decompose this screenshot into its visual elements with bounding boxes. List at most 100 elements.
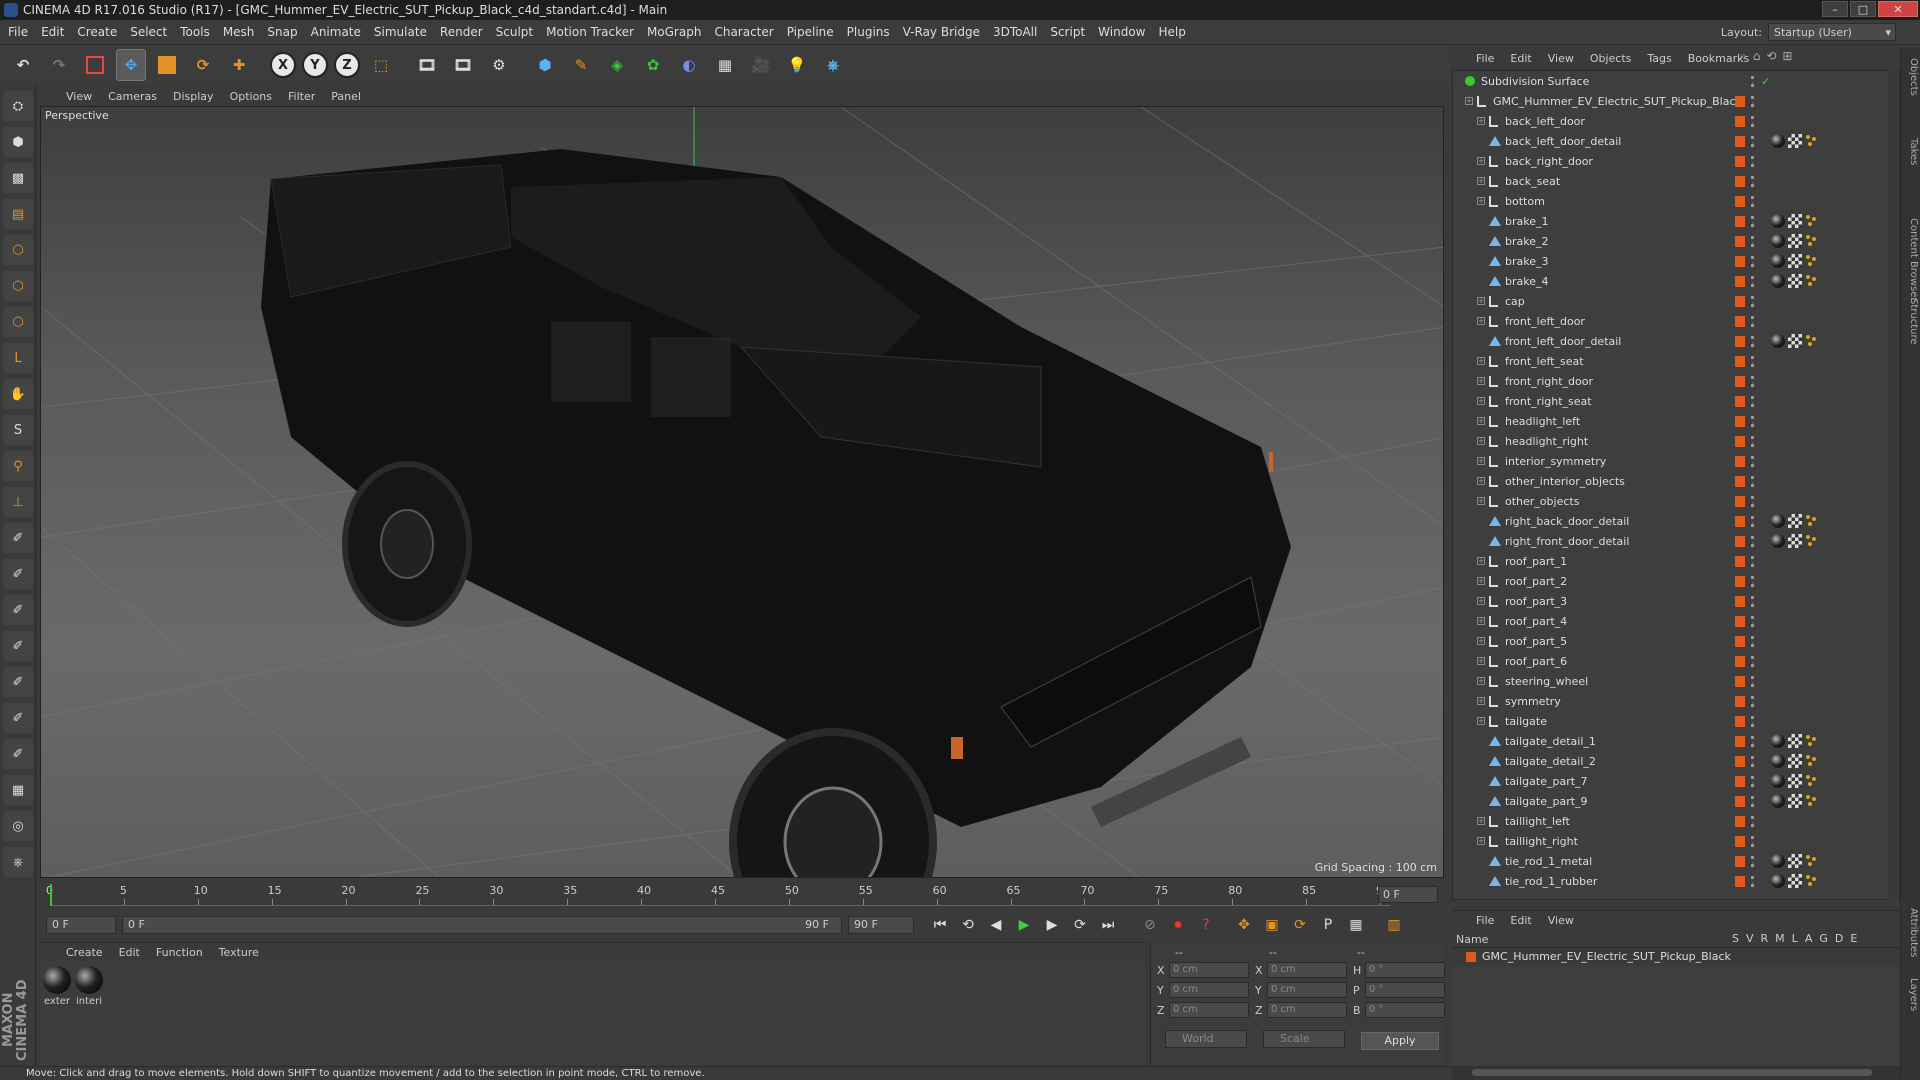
material-tag-icon[interactable] (1771, 214, 1785, 228)
object-menu-view[interactable]: View (1548, 52, 1574, 65)
material-tag-icon[interactable] (1771, 854, 1785, 868)
menu-pipeline[interactable]: Pipeline (787, 25, 834, 39)
current-frame-field[interactable]: 0 F (1378, 886, 1438, 903)
object-row[interactable]: + front_left_seat (1453, 351, 1883, 371)
visibility-dots-icon[interactable] (1751, 215, 1754, 227)
material-tag-icon[interactable] (1771, 734, 1785, 748)
key-param-icon[interactable]: P (1316, 913, 1340, 937)
layer-color-icon[interactable] (1735, 295, 1745, 307)
workplane-axis-icon[interactable]: ⊥ (3, 487, 33, 517)
object-row[interactable]: + roof_part_2 (1453, 571, 1883, 591)
search-icon[interactable]: ⌕ (1740, 49, 1747, 64)
visibility-dots-icon[interactable] (1751, 535, 1754, 547)
object-row[interactable]: + taillight_left (1453, 811, 1883, 831)
expand-icon[interactable]: + (1477, 437, 1485, 445)
object-row[interactable]: + bottom (1453, 191, 1883, 211)
brush-2-icon[interactable]: ✐ (3, 559, 33, 589)
object-row[interactable]: + back_left_door (1453, 111, 1883, 131)
visibility-dots-icon[interactable] (1751, 575, 1754, 587)
object-row[interactable]: + steering_wheel (1453, 671, 1883, 691)
visibility-dots-icon[interactable] (1751, 875, 1754, 887)
brush-1-icon[interactable]: ✐ (3, 523, 33, 553)
viewport-menu-display[interactable]: Display (173, 90, 214, 103)
brush-3-icon[interactable]: ✐ (3, 595, 33, 625)
workplane-icon[interactable]: ▤ (3, 199, 33, 229)
layout-dropdown[interactable]: Startup (User) ▾ (1768, 23, 1896, 41)
cube-icon[interactable]: ⬢ (530, 49, 560, 81)
phong-tag-icon[interactable] (1805, 854, 1817, 866)
timeline[interactable]: 051015202530354045505560657075808590 0 F (40, 880, 1444, 910)
material-tag-icon[interactable] (1771, 254, 1785, 268)
visibility-dots-icon[interactable] (1751, 655, 1754, 667)
layer-color-icon[interactable] (1735, 175, 1745, 187)
frame-range-slider[interactable]: 0 F 90 F (122, 916, 842, 934)
subdivision-icon[interactable]: ◈ (602, 49, 632, 81)
axis-mode-icon[interactable]: L (3, 343, 33, 373)
layer-color-icon[interactable] (1735, 695, 1745, 707)
expand-icon[interactable]: + (1477, 297, 1485, 305)
material-menu-edit[interactable]: Edit (119, 946, 140, 959)
coordinate-field[interactable]: 0 ° (1365, 982, 1445, 998)
coordinate-field[interactable]: 0 cm (1169, 1002, 1249, 1018)
material-tag-icon[interactable] (1771, 274, 1785, 288)
texture-tag-icon[interactable] (1788, 274, 1802, 288)
side-tab-attributes[interactable]: Attributes (1903, 908, 1919, 957)
texture-tag-icon[interactable] (1788, 774, 1802, 788)
layer-color-icon[interactable] (1735, 95, 1745, 107)
phong-tag-icon[interactable] (1805, 334, 1817, 346)
object-row[interactable]: + symmetry (1453, 691, 1883, 711)
object-menu-edit[interactable]: Edit (1510, 52, 1531, 65)
expand-icon[interactable]: + (1477, 577, 1485, 585)
side-tab-content-browser[interactable]: Content Browser (1903, 218, 1919, 301)
visibility-dots-icon[interactable] (1751, 315, 1754, 327)
visibility-dots-icon[interactable] (1751, 515, 1754, 527)
material-exter[interactable]: exter (42, 966, 72, 1007)
floor-icon[interactable]: ▦ (710, 49, 740, 81)
maximize-icon[interactable]: □ (1850, 1, 1876, 17)
material-tag-icon[interactable] (1771, 514, 1785, 528)
visibility-dots-icon[interactable] (1751, 135, 1754, 147)
viewport-menu-options[interactable]: Options (230, 90, 272, 103)
object-row[interactable]: + front_left_door (1453, 311, 1883, 331)
layer-color-icon[interactable] (1735, 855, 1745, 867)
layer-color-icon[interactable] (1735, 255, 1745, 267)
layer-color-icon[interactable] (1735, 615, 1745, 627)
play-icon[interactable]: ▶ (1012, 913, 1036, 937)
goto-start-icon[interactable]: ⏮ (928, 913, 952, 937)
layer-color-icon[interactable] (1735, 595, 1745, 607)
layer-color-icon[interactable] (1735, 155, 1745, 167)
visibility-dots-icon[interactable] (1751, 815, 1754, 827)
layer-color-icon[interactable] (1735, 555, 1745, 567)
visibility-dots-icon[interactable] (1751, 175, 1754, 187)
visibility-dots-icon[interactable] (1751, 335, 1754, 347)
scroll-thumb[interactable] (1472, 1069, 1872, 1076)
texture-tag-icon[interactable] (1788, 214, 1802, 228)
phong-tag-icon[interactable] (1805, 134, 1817, 146)
object-row[interactable]: + headlight_left (1453, 411, 1883, 431)
object-row[interactable]: + taillight_right (1453, 831, 1883, 851)
object-row[interactable]: brake_4 (1453, 271, 1883, 291)
scale-mode-dropdown[interactable]: Scale (1263, 1030, 1345, 1048)
material-tag-icon[interactable] (1771, 794, 1785, 808)
texture-tag-icon[interactable] (1788, 234, 1802, 248)
visibility-dots-icon[interactable] (1751, 295, 1754, 307)
points-mode-icon[interactable]: ⬡ (3, 235, 33, 265)
menu-select[interactable]: Select (130, 25, 167, 39)
autokey-icon[interactable]: ? (1194, 913, 1218, 937)
object-row[interactable]: + front_right_door (1453, 371, 1883, 391)
visibility-dots-icon[interactable] (1751, 755, 1754, 767)
menu-3dtoall[interactable]: 3DToAll (993, 25, 1037, 39)
layer-color-icon[interactable] (1735, 475, 1745, 487)
refresh-icon[interactable]: ⟲ (1766, 49, 1776, 64)
material-tag-icon[interactable] (1771, 334, 1785, 348)
layer-color-icon[interactable] (1735, 515, 1745, 527)
visibility-dots-icon[interactable] (1751, 615, 1754, 627)
layer-color-icon[interactable] (1735, 715, 1745, 727)
viewport-menu-filter[interactable]: Filter (288, 90, 315, 103)
visibility-dots-icon[interactable] (1751, 95, 1754, 107)
enabled-check-icon[interactable]: ✓ (1761, 75, 1770, 88)
expand-icon[interactable]: + (1477, 617, 1485, 625)
visibility-dots-icon[interactable] (1751, 855, 1754, 867)
start-frame-field[interactable]: 0 F (46, 916, 116, 934)
make-editable-icon[interactable]: ⛭ (3, 91, 33, 121)
